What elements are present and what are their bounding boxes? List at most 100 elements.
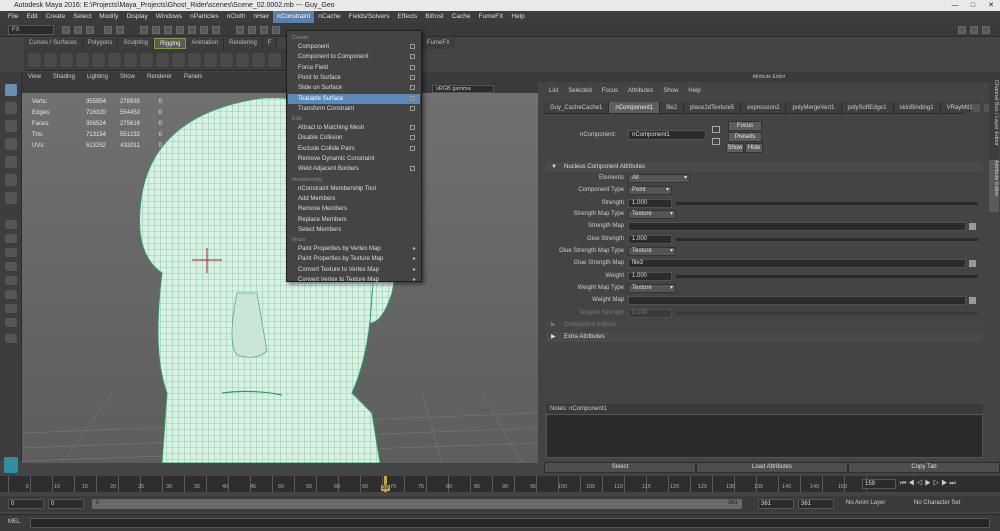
goto-input-icon[interactable] (712, 126, 720, 133)
command-input[interactable] (30, 518, 990, 528)
bind-skin-icon[interactable] (92, 53, 105, 67)
menu-ncache[interactable]: nCache (314, 11, 344, 23)
ae-menu-focus[interactable]: Focus (597, 85, 623, 97)
map-connected-icon[interactable] (969, 260, 976, 267)
option-box-icon[interactable] (410, 105, 415, 111)
menu-edit[interactable]: Edit (22, 11, 41, 23)
menu-item[interactable]: Component (288, 42, 420, 52)
outliner-layout-icon[interactable] (5, 276, 17, 285)
extra-attributes-section[interactable]: ▶ Extra Attributes (546, 332, 983, 342)
menu-fumefx[interactable]: FumeFX (474, 11, 507, 23)
hide-button[interactable]: Hide (745, 143, 763, 153)
point-constraint-icon[interactable] (220, 53, 233, 67)
menu-item[interactable]: Convert Texture to Vertex Map ▸ (288, 265, 420, 275)
mirror-joint-icon[interactable] (76, 53, 89, 67)
menu-ncloth[interactable]: nCloth (223, 11, 250, 23)
lattice-icon[interactable] (156, 53, 169, 67)
side-tab-attribute-editor[interactable]: Attribute Editor (989, 160, 999, 212)
node-editor-layout-icon[interactable] (5, 318, 17, 327)
map-button-icon[interactable] (969, 223, 976, 230)
scene-start-field[interactable]: 0 (8, 499, 44, 509)
shelf-tab-rigging[interactable]: Rigging (154, 38, 187, 49)
menu-item[interactable]: Transform Constraint (288, 104, 420, 114)
perspective-viewport[interactable]: Verts: 355954 278935 0 Edges: 716320 554452 0 … (22, 93, 538, 463)
ipr-render-icon[interactable] (248, 26, 256, 34)
ae-menu-selected[interactable]: Selected (563, 85, 596, 97)
side-by-side-layout-icon[interactable] (5, 248, 17, 257)
menu-select[interactable]: Select (69, 11, 95, 23)
save-scene-icon[interactable] (86, 26, 94, 34)
component-type-dropdown[interactable]: Point (628, 186, 672, 195)
ae-tab[interactable]: expression2 (741, 102, 787, 113)
undo-icon[interactable] (104, 26, 112, 34)
nucleus-component-section[interactable]: ▼ Nucleus Component Attributes (546, 162, 983, 172)
strength-map-field[interactable] (628, 222, 966, 231)
rotate-tool-icon[interactable] (5, 156, 17, 168)
select-component-icon[interactable] (164, 26, 172, 34)
ae-menu-attributes[interactable]: Attributes (623, 85, 658, 97)
redo-icon[interactable] (116, 26, 124, 34)
playback-end-field[interactable]: 361 (758, 499, 794, 509)
menu-bifrost[interactable]: Bifrost (421, 11, 447, 23)
time-slider[interactable]: 5 10 15 20 25 30 35 40 45 50 55 60 65 70 75 80 85 90 95 100… (0, 476, 1000, 492)
menu-item[interactable]: Paint Properties by Vertex Map ▸ (288, 244, 420, 254)
paint-weights-icon[interactable] (124, 53, 137, 67)
option-box-icon[interactable] (410, 44, 415, 49)
scale-tool-icon[interactable] (5, 174, 17, 186)
ae-tab[interactable]: place2dTexture5 (684, 102, 742, 113)
menu-item[interactable]: Add Members (288, 194, 420, 204)
menu-effects[interactable]: Effects (394, 11, 422, 23)
hypershade-layout-icon[interactable] (5, 304, 17, 313)
menu-item[interactable]: Point to Surface (288, 73, 420, 83)
glue-strength-field[interactable]: 1.000 (628, 235, 672, 244)
menu-modify[interactable]: Modify (95, 11, 122, 23)
menu-windows[interactable]: Windows (152, 11, 186, 23)
ae-tab[interactable]: file2 (660, 102, 685, 113)
graph-editor-layout-icon[interactable] (5, 290, 17, 299)
menu-create[interactable]: Create (42, 11, 70, 23)
character-icon[interactable] (108, 53, 121, 67)
option-box-icon[interactable] (410, 125, 415, 131)
menu-help[interactable]: Help (507, 11, 528, 23)
close-button[interactable]: ✕ (982, 0, 1000, 11)
glue-strength-map-type-dropdown[interactable]: Texture (628, 247, 676, 256)
notes-textarea[interactable] (546, 414, 983, 458)
minimize-button[interactable]: — (946, 0, 964, 11)
elements-dropdown[interactable]: All (628, 174, 690, 183)
custom-layout-icon[interactable] (5, 334, 17, 343)
paint-select-tool-icon[interactable] (5, 120, 17, 132)
strength-slider[interactable] (676, 202, 978, 205)
menu-item[interactable]: Remove Dynamic Constraint (288, 154, 420, 164)
select-object-icon[interactable] (152, 26, 160, 34)
ae-menu-show[interactable]: Show (658, 85, 683, 97)
strength-map-type-dropdown[interactable]: Texture (628, 210, 676, 219)
menu-file[interactable]: File (4, 11, 22, 23)
single-pane-layout-icon[interactable] (5, 220, 17, 229)
menu-nhair[interactable]: nHair (249, 11, 273, 23)
menu-item[interactable]: Select Members (288, 225, 420, 235)
menu-nconstraint[interactable]: nConstraint (273, 11, 315, 23)
ae-tab[interactable]: Guy_CacheCache1 (544, 102, 610, 113)
option-box-icon[interactable] (410, 85, 415, 91)
menu-item[interactable]: Weld Adjacent Borders (288, 164, 420, 174)
move-tool-icon[interactable] (5, 138, 17, 150)
toggle-attribute-editor-icon[interactable] (970, 26, 978, 34)
glue-strength-slider[interactable] (676, 238, 978, 241)
shelf-tab-f[interactable]: F (262, 38, 278, 49)
scale-constraint-icon[interactable] (268, 53, 281, 67)
weight-field[interactable]: 1.000 (628, 272, 672, 281)
option-box-icon[interactable] (410, 145, 415, 151)
hypershade-icon[interactable] (272, 26, 280, 34)
viewport-menu-show[interactable]: Show (114, 72, 141, 83)
option-box-icon[interactable] (410, 166, 415, 172)
current-frame-field[interactable]: 159 (862, 479, 896, 489)
snap-curve-icon[interactable] (188, 26, 196, 34)
persp-outliner-layout-icon[interactable] (5, 262, 17, 271)
option-box-icon[interactable] (410, 64, 415, 70)
shelf-tab-curves-surfaces[interactable]: Curves / Surfaces (24, 38, 83, 49)
presets-button[interactable]: Presets (728, 132, 762, 142)
menu-item[interactable]: Force Field (288, 63, 420, 73)
menu-nparticles[interactable]: nParticles (186, 11, 223, 23)
option-box-icon[interactable] (410, 74, 415, 80)
weight-map-field[interactable] (628, 296, 966, 305)
